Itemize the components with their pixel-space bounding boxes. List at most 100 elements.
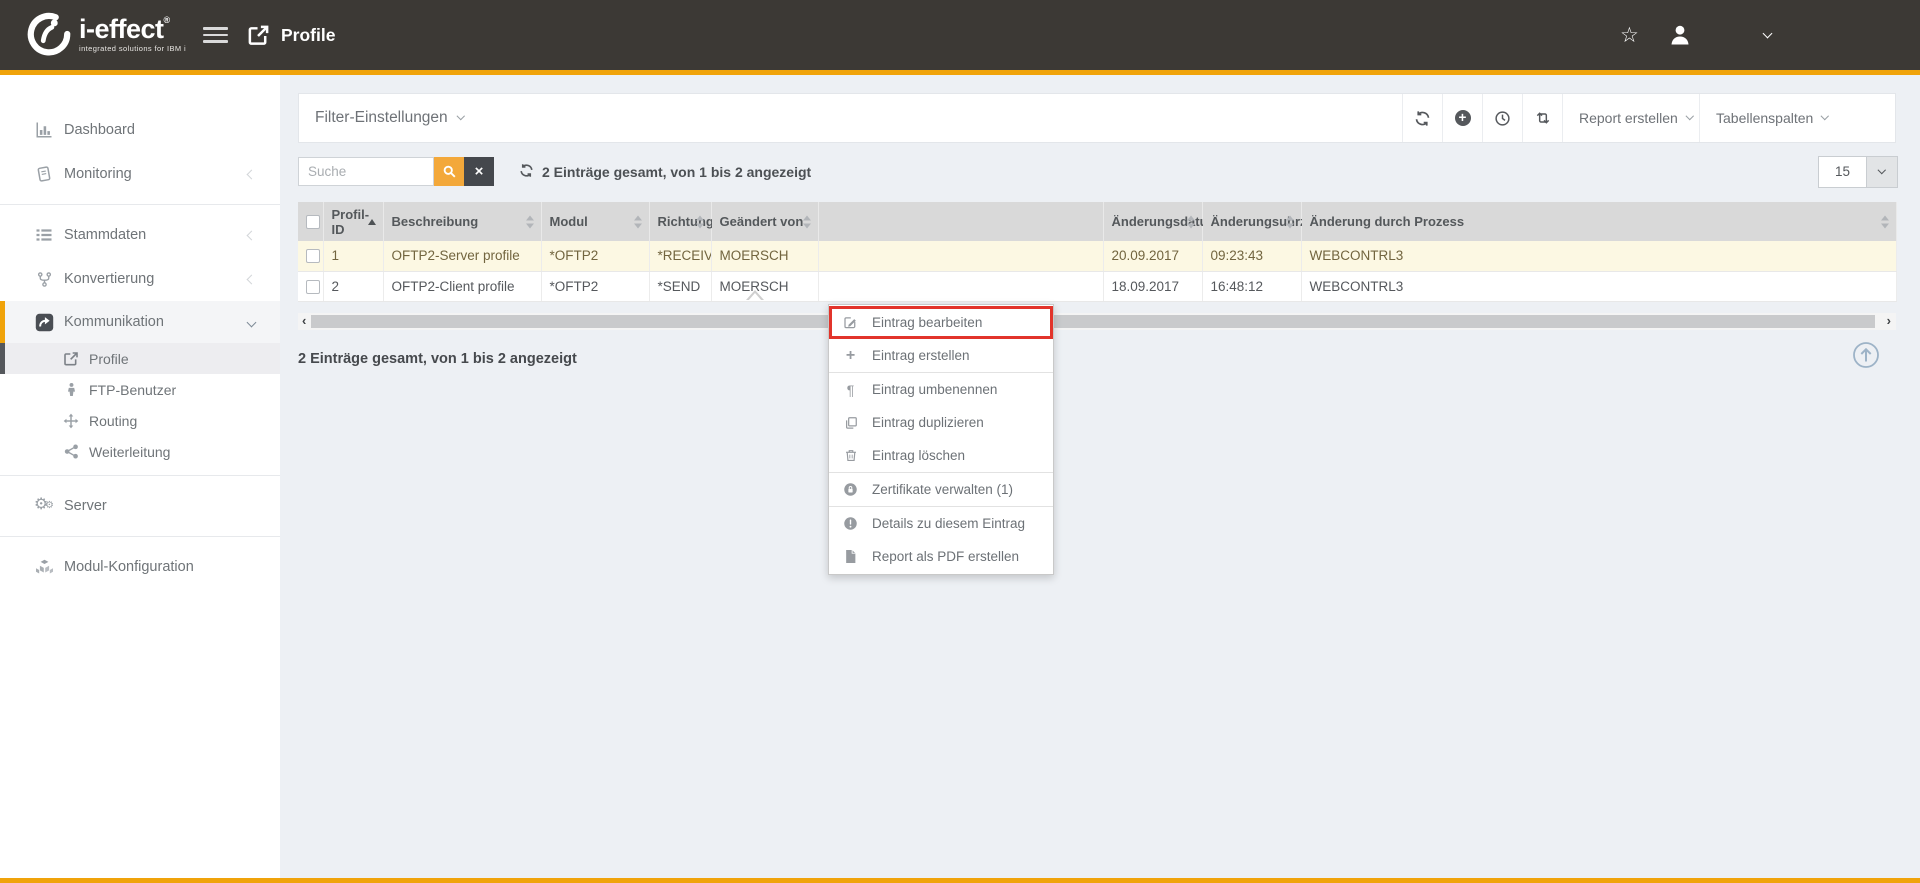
menu-item-label: Eintrag duplizieren — [872, 415, 984, 430]
sidebar-item-server[interactable]: Server — [0, 484, 280, 528]
sidebar-item-label: Stammdaten — [64, 227, 146, 243]
sort-icon — [526, 215, 534, 228]
list-icon — [34, 226, 54, 244]
cell-richtung: *RECEIVE — [649, 241, 711, 271]
menu-item-eintrag-duplizieren[interactable]: Eintrag duplizieren — [829, 406, 1053, 439]
cell-richtung: *SEND — [649, 271, 711, 301]
sidebar-item-monitoring[interactable]: Monitoring — [0, 152, 280, 196]
menu-item-eintrag-umbenennen[interactable]: Eintrag umbenennen — [829, 373, 1053, 406]
menu-item-report-pdf[interactable]: Report als PDF erstellen — [829, 540, 1053, 573]
scrollbar-thumb[interactable] — [311, 315, 1875, 328]
history-button[interactable] — [1482, 94, 1522, 142]
app-logo[interactable]: i-effect® integrated solutions for IBM i — [26, 11, 186, 57]
column-header-aenderungsdatum[interactable]: Änderungsdatum — [1103, 202, 1202, 241]
bottom-accent-bar — [0, 878, 1920, 883]
menu-item-zertifikate-verwalten[interactable]: Zertifikate verwalten (1) — [829, 473, 1053, 506]
cell-modul: *OFTP2 — [541, 241, 649, 271]
sidebar-item-dashboard[interactable]: Dashboard — [0, 108, 280, 152]
logo-title: i-effect® — [79, 16, 186, 43]
chevron-left-icon — [248, 227, 255, 243]
scroll-right-icon[interactable] — [1887, 313, 1891, 330]
search-input[interactable] — [298, 157, 434, 186]
sort-icon — [1286, 215, 1294, 228]
column-header-geaendert-von[interactable]: Geändert von — [711, 202, 818, 241]
search-icon — [442, 164, 457, 179]
chevron-left-icon — [248, 271, 255, 287]
select-all-checkbox[interactable] — [306, 215, 320, 229]
sidebar-item-kommunikation[interactable]: Kommunikation — [0, 301, 280, 343]
sidebar-item-stammdaten[interactable]: Stammdaten — [0, 213, 280, 257]
sidebar-item-label: Monitoring — [64, 166, 132, 182]
sidebar-item-modul-konfiguration[interactable]: Modul-Konfiguration — [0, 545, 280, 589]
chevron-down-icon — [248, 314, 255, 330]
sidebar-divider — [0, 475, 280, 476]
sidebar-item-routing[interactable]: Routing — [0, 405, 280, 436]
menu-toggle-icon[interactable] — [203, 27, 228, 43]
trash-icon — [842, 448, 859, 463]
edit-icon — [842, 315, 859, 330]
page-title-block: Profile — [247, 0, 335, 70]
main-content: Filter-Einstellungen Report erstellen Ta… — [280, 75, 1920, 878]
star-icon[interactable] — [1620, 0, 1639, 70]
filter-settings-dropdown[interactable]: Filter-Einstellungen — [315, 109, 463, 127]
cell-aenderungsuhrzeit: 09:23:43 — [1202, 241, 1301, 271]
top-bar: i-effect® integrated solutions for IBM i… — [0, 0, 1920, 70]
column-header-modul[interactable]: Modul — [541, 202, 649, 241]
cell-profil-id: 2 — [323, 271, 383, 301]
transfer-button[interactable] — [1522, 94, 1562, 142]
column-header-aenderungsuhrzeit[interactable]: Änderungsuhrzeit — [1202, 202, 1301, 241]
sort-icon — [634, 215, 642, 228]
user-icon[interactable] — [1668, 0, 1692, 70]
filter-bar: Filter-Einstellungen Report erstellen Ta… — [298, 93, 1896, 143]
scroll-to-top-button[interactable] — [1852, 341, 1880, 369]
table-row[interactable]: 1 OFTP2-Server profile *OFTP2 *RECEIVE M… — [298, 241, 1896, 271]
sort-icon — [803, 215, 811, 228]
duplicate-icon — [842, 416, 859, 430]
column-header-beschreibung[interactable]: Beschreibung — [383, 202, 541, 241]
row-select-cell — [298, 241, 323, 271]
menu-item-eintrag-loeschen[interactable]: Eintrag löschen — [829, 439, 1053, 472]
menu-item-eintrag-erstellen[interactable]: Eintrag erstellen — [829, 339, 1053, 372]
report-erstellen-dropdown[interactable]: Report erstellen — [1562, 94, 1699, 142]
menu-item-eintrag-bearbeiten[interactable]: Eintrag bearbeiten — [829, 306, 1053, 339]
logo-tagline: integrated solutions for IBM i — [79, 45, 186, 53]
table-row[interactable]: 2 OFTP2-Client profile *OFTP2 *SEND MOER… — [298, 271, 1896, 301]
sidebar-item-konvertierung[interactable]: Konvertierung — [0, 257, 280, 301]
clear-search-button[interactable] — [464, 157, 494, 186]
cell-geaendert-von: MOERSCH — [711, 241, 818, 271]
horizontal-scrollbar[interactable] — [298, 313, 1896, 330]
row-checkbox[interactable] — [306, 249, 320, 263]
chevron-down-icon — [1686, 112, 1694, 120]
pilcrow-icon — [842, 382, 859, 398]
search-button[interactable] — [434, 157, 464, 186]
column-header-spacer — [818, 202, 1103, 241]
column-header-richtung[interactable]: Richtung — [649, 202, 711, 241]
sort-asc-icon — [368, 219, 376, 225]
sidebar-item-profile[interactable]: Profile — [0, 343, 280, 374]
sidebar-item-label: Konvertierung — [64, 271, 154, 287]
sort-icon — [1881, 215, 1889, 228]
page-size-select[interactable]: 15 — [1818, 156, 1898, 188]
row-checkbox[interactable] — [306, 280, 320, 294]
sidebar-item-label: Kommunikation — [64, 314, 164, 330]
share-nodes-icon — [62, 444, 80, 459]
scroll-left-icon[interactable] — [302, 313, 306, 330]
menu-item-details[interactable]: Details zu diesem Eintrag — [829, 507, 1053, 540]
menu-item-label: Eintrag umbenennen — [872, 382, 997, 397]
context-menu: Eintrag bearbeiten Eintrag erstellen Ein… — [828, 304, 1054, 575]
context-menu-caret — [746, 290, 764, 300]
column-header-aenderung-durch-prozess[interactable]: Änderung durch Prozess — [1301, 202, 1896, 241]
sidebar-item-weiterleitung[interactable]: Weiterleitung — [0, 436, 280, 467]
chevron-down-icon[interactable] — [1764, 0, 1771, 70]
menu-item-label: Eintrag bearbeiten — [872, 315, 982, 330]
transfer-icon — [1534, 110, 1552, 126]
tabellenspalten-dropdown[interactable]: Tabellenspalten — [1699, 94, 1895, 142]
sidebar-item-label: FTP-Benutzer — [89, 382, 176, 398]
sidebar-item-ftp-benutzer[interactable]: FTP-Benutzer — [0, 374, 280, 405]
refresh-results-icon[interactable] — [519, 163, 534, 178]
column-header-profil-id[interactable]: Profil-ID — [323, 202, 383, 241]
add-button[interactable] — [1442, 94, 1482, 142]
sort-icon — [696, 215, 704, 228]
chevron-down-icon — [1821, 112, 1829, 120]
refresh-button[interactable] — [1402, 94, 1442, 142]
